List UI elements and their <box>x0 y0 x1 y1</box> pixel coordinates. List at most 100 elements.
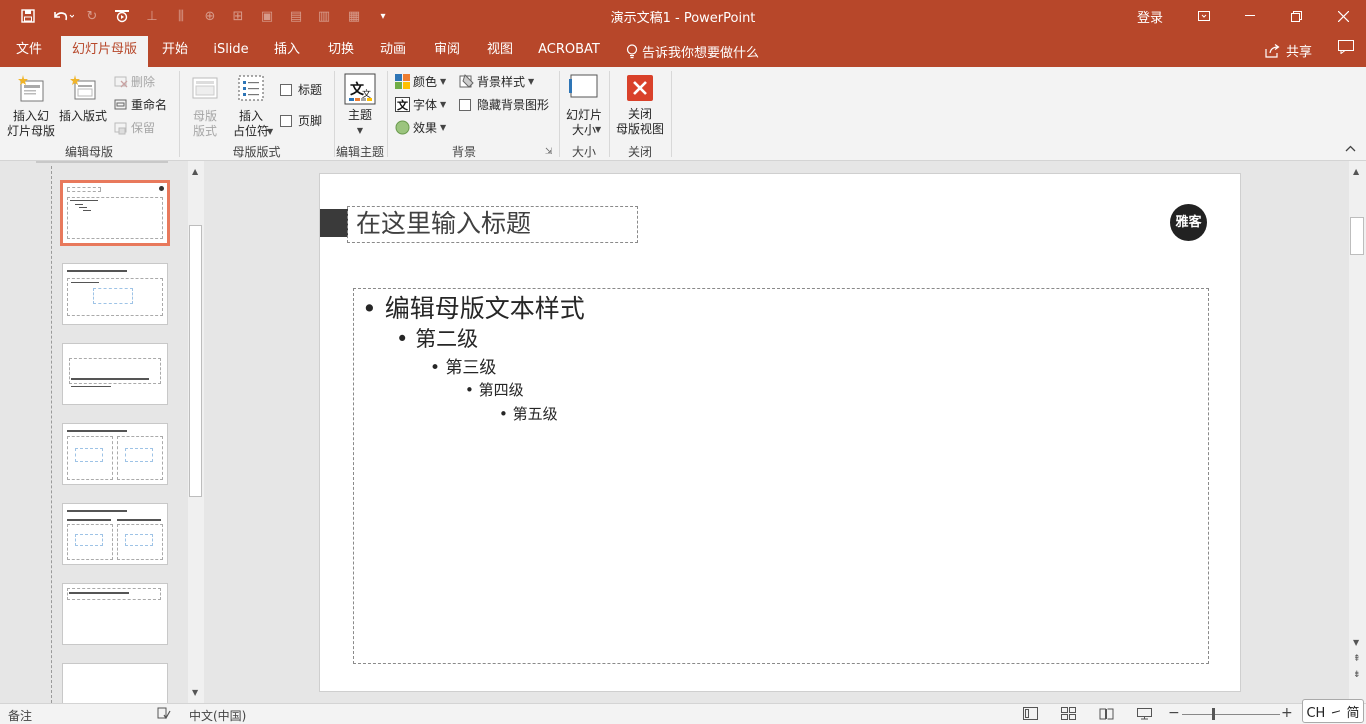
next-slide-icon[interactable]: ⇟ <box>1353 670 1361 680</box>
collapse-ribbon-icon[interactable] <box>1345 145 1356 152</box>
background-styles-button[interactable]: 背景样式 ▼ <box>459 73 534 90</box>
tab-insert[interactable]: 插入 <box>264 32 310 67</box>
footer-checkbox-box[interactable] <box>280 114 292 127</box>
login-link[interactable]: 登录 <box>1137 7 1163 26</box>
body-text-placeholder[interactable]: • 编辑母版文本样式 • 第二级 • 第三级 • 第四级 • 第五级 <box>353 288 1209 664</box>
thumbnail-layout[interactable] <box>62 263 168 325</box>
customize-qat-icon[interactable]: ▾ <box>374 7 392 25</box>
background-styles-label: 背景样式 <box>477 75 526 89</box>
thumbnail-layout[interactable] <box>62 663 168 703</box>
thumbnail-layout[interactable] <box>62 423 168 485</box>
tell-me-box[interactable]: 告诉我你想要做什么 <box>626 42 759 61</box>
close-window-icon[interactable] <box>1320 0 1366 32</box>
tab-islide[interactable]: iSlide <box>206 32 256 67</box>
fonts-label: 字体 <box>413 98 438 112</box>
zoom-in-icon[interactable]: + <box>1281 705 1293 721</box>
background-dialog-launcher-icon[interactable]: ⇲ <box>545 147 553 157</box>
scroll-down-icon[interactable]: ▼ <box>1353 638 1359 647</box>
scroll-down-icon[interactable]: ▼ <box>192 688 198 697</box>
tab-animations[interactable]: 动画 <box>370 32 416 67</box>
tab-transitions[interactable]: 切换 <box>318 32 364 67</box>
effects-button[interactable]: 效果 ▼ <box>395 119 446 136</box>
tab-view[interactable]: 视图 <box>477 32 523 67</box>
tab-review[interactable]: 审阅 <box>424 32 470 67</box>
tab-slide-master[interactable]: 幻灯片母版 <box>61 36 148 67</box>
slideshow-icon[interactable] <box>1137 707 1152 720</box>
scroll-up-icon[interactable]: ▲ <box>1353 167 1359 176</box>
colors-icon <box>395 74 410 89</box>
pane-top-edge <box>36 161 168 163</box>
footer-checkbox[interactable]: 页脚 <box>280 112 322 129</box>
undo-icon[interactable] <box>50 7 76 25</box>
slide-sorter-icon[interactable] <box>1061 707 1076 720</box>
language-indicator[interactable]: 中文(中国) <box>189 707 246 724</box>
zoom-slider-thumb[interactable] <box>1212 708 1215 720</box>
insert-slide-master-button[interactable]: 插入幻 灯片母版 <box>4 73 58 139</box>
send-backward-icon[interactable]: ▥ <box>315 7 333 25</box>
tab-acrobat[interactable]: ACROBAT <box>536 32 602 67</box>
group-label-close: 关闭 <box>627 145 652 159</box>
thumbnail-scrollbar[interactable]: ▲ ▼ <box>188 161 204 703</box>
title-accent-bar <box>320 209 348 237</box>
text-level-4-label: 第四级 <box>478 381 524 399</box>
thumbnail-layout[interactable] <box>62 343 168 405</box>
bring-forward-icon[interactable]: ▤ <box>287 7 305 25</box>
title-checkbox[interactable]: 标题 <box>280 81 322 98</box>
hide-background-graphics-checkbox[interactable]: 隐藏背景图形 <box>459 96 549 113</box>
text-level-3: • 第三级 <box>430 358 497 378</box>
tab-home[interactable]: 开始 <box>152 32 198 67</box>
save-icon[interactable] <box>19 7 37 25</box>
master-layout-button[interactable]: 母版 版式 <box>186 73 224 139</box>
arrange-icon[interactable]: ▦ <box>345 7 363 25</box>
themes-dropdown-icon[interactable]: ▼ <box>340 123 380 138</box>
slide-master-canvas[interactable]: 在这里输入标题 雅客 • 编辑母版文本样式 • 第二级 • 第三级 • 第四级 … <box>319 173 1241 692</box>
thumbnail-scrollbar-thumb[interactable] <box>189 225 202 497</box>
thumbnail-slide-master[interactable] <box>60 180 170 246</box>
scroll-up-icon[interactable]: ▲ <box>192 167 198 176</box>
redo-icon[interactable]: ↻ <box>83 7 101 25</box>
spelling-check-icon[interactable] <box>157 707 171 720</box>
fonts-button[interactable]: 文 字体 ▼ <box>395 96 446 113</box>
account-icon[interactable] <box>1338 40 1354 54</box>
spacing-icon[interactable]: ⊞ <box>229 7 247 25</box>
ribbon-display-options-icon[interactable] <box>1181 0 1227 32</box>
title-checkbox-box[interactable] <box>280 83 292 96</box>
title-placeholder[interactable]: 在这里输入标题 <box>347 206 638 243</box>
title-checkbox-label: 标题 <box>298 83 323 97</box>
distribute-icon[interactable]: ⫼ <box>172 7 190 25</box>
zoom-slider-track[interactable] <box>1182 714 1280 715</box>
close-master-view-button[interactable]: 关闭 母版视图 <box>612 75 668 137</box>
slide-scrollbar[interactable]: ▲ ▼ ⇞ ⇟ <box>1349 161 1366 703</box>
minimize-icon[interactable] <box>1227 0 1273 32</box>
insert-placeholder-dropdown-icon[interactable]: ▼ <box>267 127 273 136</box>
preserve-label: 保留 <box>131 121 156 135</box>
center-icon[interactable]: ⊕ <box>201 7 219 25</box>
group-icon[interactable]: ▣ <box>258 7 276 25</box>
normal-view-icon[interactable] <box>1023 707 1038 720</box>
reading-view-icon[interactable] <box>1099 707 1114 720</box>
delete-button[interactable]: 删除 <box>114 73 155 90</box>
colors-button[interactable]: 颜色 ▼ <box>395 73 446 90</box>
align-icon[interactable]: ⊥ <box>143 7 161 25</box>
thumbnail-layout[interactable] <box>62 503 168 565</box>
present-from-start-icon[interactable] <box>113 7 131 25</box>
slide-size-dropdown-icon[interactable]: ▼ <box>595 125 601 134</box>
hide-background-graphics-box[interactable] <box>459 98 471 111</box>
insert-layout-button[interactable]: 插入版式 <box>58 73 108 124</box>
notes-button[interactable]: 备注 <box>8 707 32 724</box>
zoom-out-icon[interactable]: − <box>1168 705 1180 721</box>
share-button[interactable]: 共享 <box>1265 41 1312 60</box>
previous-slide-icon[interactable]: ⇞ <box>1353 654 1361 664</box>
tab-file[interactable]: 文件 <box>4 32 54 67</box>
slide-scrollbar-thumb[interactable] <box>1350 217 1364 255</box>
restore-icon[interactable] <box>1273 0 1319 32</box>
rename-icon <box>114 99 127 109</box>
preserve-button[interactable]: 保留 <box>114 119 155 136</box>
close-master-view-label: 关闭 母版视图 <box>615 107 664 136</box>
themes-button[interactable]: 文文 主题 ▼ <box>340 73 380 138</box>
delete-icon <box>114 76 128 87</box>
master-layout-icon <box>192 77 218 99</box>
rename-button[interactable]: 重命名 <box>114 96 167 113</box>
ime-indicator[interactable]: CH ㇀ 简 <box>1302 699 1364 723</box>
thumbnail-layout[interactable] <box>62 583 168 645</box>
